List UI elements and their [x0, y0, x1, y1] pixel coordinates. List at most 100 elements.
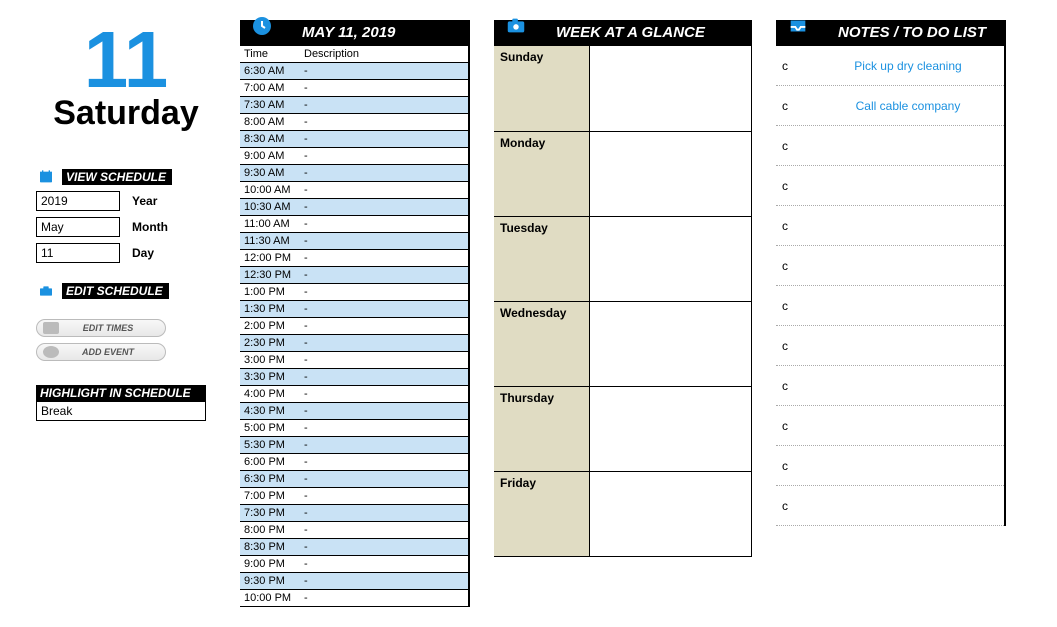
schedule-row[interactable]: 8:30 AM-	[240, 131, 468, 148]
schedule-row[interactable]: 1:00 PM-	[240, 284, 468, 301]
schedule-desc[interactable]: -	[300, 437, 468, 454]
schedule-row[interactable]: 2:30 PM-	[240, 335, 468, 352]
edit-times-button[interactable]: EDIT TIMES	[36, 319, 166, 337]
schedule-row[interactable]: 12:00 PM-	[240, 250, 468, 267]
note-bullet: c	[780, 259, 790, 273]
note-row[interactable]: c	[776, 126, 1004, 166]
week-day-label: Wednesday	[494, 302, 590, 386]
month-input[interactable]	[36, 217, 120, 237]
schedule-row[interactable]: 11:30 AM-	[240, 233, 468, 250]
note-row[interactable]: c	[776, 246, 1004, 286]
week-day-label: Monday	[494, 132, 590, 216]
schedule-desc[interactable]: -	[300, 233, 468, 250]
note-row[interactable]: cCall cable company	[776, 86, 1004, 126]
note-row[interactable]: cPick up dry cleaning	[776, 46, 1004, 86]
schedule-row[interactable]: 8:30 PM-	[240, 539, 468, 556]
schedule-time: 7:00 AM	[240, 80, 300, 97]
schedule-row[interactable]: 10:00 PM-	[240, 590, 468, 607]
week-day-label: Sunday	[494, 46, 590, 131]
schedule-desc[interactable]: -	[300, 488, 468, 505]
note-row[interactable]: c	[776, 366, 1004, 406]
schedule-desc[interactable]: -	[300, 131, 468, 148]
schedule-desc[interactable]: -	[300, 590, 468, 607]
schedule-row[interactable]: 3:00 PM-	[240, 352, 468, 369]
schedule-desc[interactable]: -	[300, 114, 468, 131]
schedule-desc[interactable]: -	[300, 182, 468, 199]
schedule-desc[interactable]: -	[300, 97, 468, 114]
schedule-time: 5:00 PM	[240, 420, 300, 437]
week-day-cell[interactable]	[590, 132, 751, 216]
schedule-row[interactable]: 10:00 AM-	[240, 182, 468, 199]
schedule-desc[interactable]: -	[300, 335, 468, 352]
day-input[interactable]	[36, 243, 120, 263]
schedule-desc[interactable]: -	[300, 471, 468, 488]
schedule-desc[interactable]: -	[300, 352, 468, 369]
schedule-desc[interactable]: -	[300, 199, 468, 216]
schedule-row[interactable]: 7:00 AM-	[240, 80, 468, 97]
schedule-desc[interactable]: -	[300, 63, 468, 80]
schedule-desc[interactable]: -	[300, 267, 468, 284]
schedule-row[interactable]: 12:30 PM-	[240, 267, 468, 284]
schedule-desc[interactable]: -	[300, 148, 468, 165]
schedule-desc[interactable]: -	[300, 80, 468, 97]
schedule-desc[interactable]: -	[300, 318, 468, 335]
year-input[interactable]	[36, 191, 120, 211]
note-row[interactable]: c	[776, 486, 1004, 526]
schedule-time: 9:30 AM	[240, 165, 300, 182]
schedule-row[interactable]: 6:30 AM-	[240, 63, 468, 80]
schedule-row[interactable]: 7:30 AM-	[240, 97, 468, 114]
schedule-time: 9:30 PM	[240, 573, 300, 590]
schedule-row[interactable]: 9:30 PM-	[240, 573, 468, 590]
week-day-cell[interactable]	[590, 472, 751, 556]
schedule-desc[interactable]: -	[300, 454, 468, 471]
schedule-desc[interactable]: -	[300, 301, 468, 318]
schedule-row[interactable]: 4:30 PM-	[240, 403, 468, 420]
week-header: WEEK AT A GLANCE	[494, 20, 752, 46]
note-row[interactable]: c	[776, 326, 1004, 366]
schedule-desc[interactable]: -	[300, 573, 468, 590]
schedule-row[interactable]: 9:00 PM-	[240, 556, 468, 573]
highlight-input[interactable]: Break	[36, 401, 206, 421]
schedule-time: 5:30 PM	[240, 437, 300, 454]
schedule-time: 8:00 PM	[240, 522, 300, 539]
schedule-desc[interactable]: -	[300, 216, 468, 233]
note-row[interactable]: c	[776, 206, 1004, 246]
schedule-row[interactable]: 1:30 PM-	[240, 301, 468, 318]
schedule-row[interactable]: 6:00 PM-	[240, 454, 468, 471]
schedule-row[interactable]: 7:30 PM-	[240, 505, 468, 522]
schedule-row[interactable]: 2:00 PM-	[240, 318, 468, 335]
schedule-row[interactable]: 10:30 AM-	[240, 199, 468, 216]
schedule-row[interactable]: 8:00 PM-	[240, 522, 468, 539]
week-day-cell[interactable]	[590, 46, 751, 131]
note-row[interactable]: c	[776, 446, 1004, 486]
schedule-row[interactable]: 11:00 AM-	[240, 216, 468, 233]
schedule-row[interactable]: 9:00 AM-	[240, 148, 468, 165]
schedule-row[interactable]: 8:00 AM-	[240, 114, 468, 131]
schedule-row[interactable]: 5:30 PM-	[240, 437, 468, 454]
week-day-cell[interactable]	[590, 387, 751, 471]
schedule-desc[interactable]: -	[300, 250, 468, 267]
schedule-desc[interactable]: -	[300, 522, 468, 539]
schedule-desc[interactable]: -	[300, 539, 468, 556]
schedule-row[interactable]: 4:00 PM-	[240, 386, 468, 403]
schedule-row[interactable]: 9:30 AM-	[240, 165, 468, 182]
note-row[interactable]: c	[776, 166, 1004, 206]
schedule-desc[interactable]: -	[300, 165, 468, 182]
add-event-button[interactable]: ADD EVENT	[36, 343, 166, 361]
schedule-desc[interactable]: -	[300, 420, 468, 437]
week-day-cell[interactable]	[590, 217, 751, 301]
schedule-desc[interactable]: -	[300, 505, 468, 522]
schedule-date: MAY 11, 2019	[302, 24, 395, 41]
schedule-row[interactable]: 6:30 PM-	[240, 471, 468, 488]
schedule-desc[interactable]: -	[300, 284, 468, 301]
schedule-desc[interactable]: -	[300, 369, 468, 386]
note-row[interactable]: c	[776, 286, 1004, 326]
schedule-row[interactable]: 3:30 PM-	[240, 369, 468, 386]
schedule-row[interactable]: 7:00 PM-	[240, 488, 468, 505]
schedule-desc[interactable]: -	[300, 386, 468, 403]
note-row[interactable]: c	[776, 406, 1004, 446]
week-day-cell[interactable]	[590, 302, 751, 386]
schedule-desc[interactable]: -	[300, 556, 468, 573]
schedule-row[interactable]: 5:00 PM-	[240, 420, 468, 437]
schedule-desc[interactable]: -	[300, 403, 468, 420]
